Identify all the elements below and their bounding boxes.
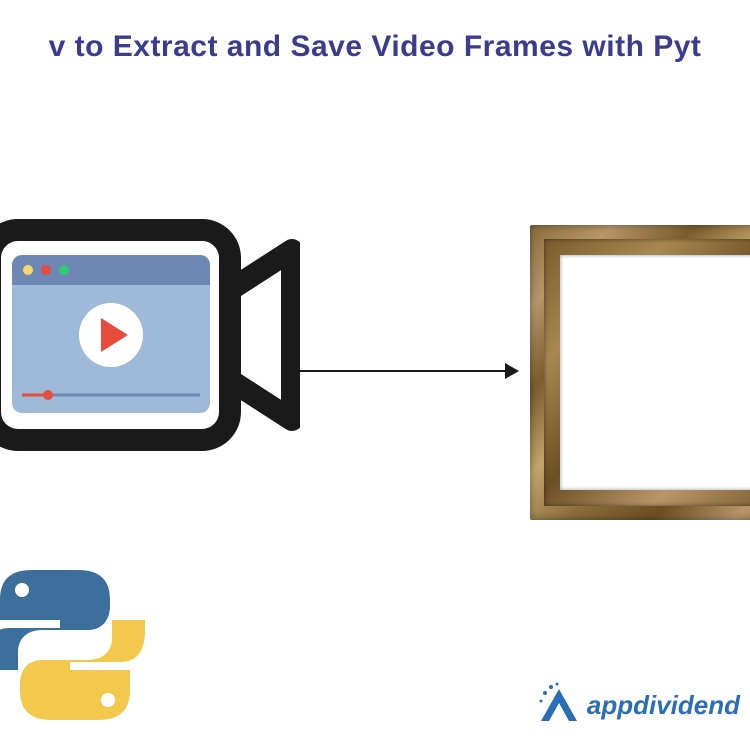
- appdividend-logo-icon: [537, 681, 581, 730]
- brand-logo: appdividend: [537, 681, 740, 730]
- video-camera-icon: [0, 200, 300, 465]
- brand-text: appdividend: [587, 690, 740, 721]
- arrow-right-icon: [300, 370, 510, 372]
- page-title: v to Extract and Save Video Frames with …: [0, 30, 750, 64]
- python-logo-icon: [0, 560, 150, 735]
- picture-frame-icon: [530, 225, 750, 520]
- arrow-head-icon: [505, 363, 519, 379]
